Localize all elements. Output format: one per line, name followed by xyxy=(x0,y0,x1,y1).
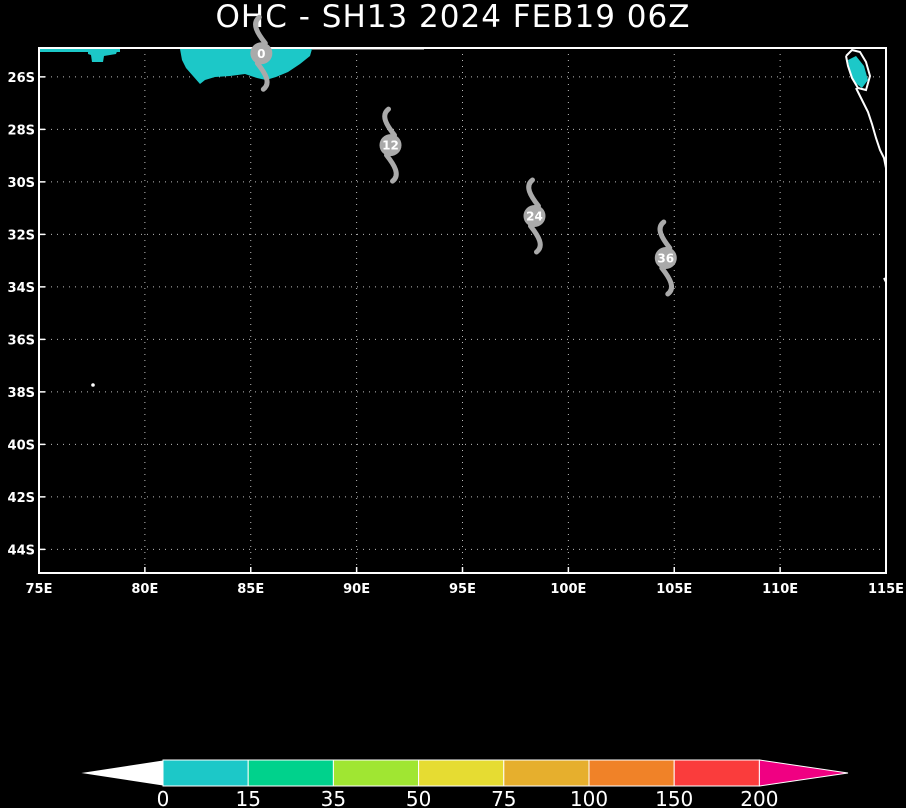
lon-label: 115E xyxy=(868,582,904,597)
colorbar-max-end xyxy=(758,759,849,787)
colorbar-label: 0 xyxy=(157,787,170,808)
lon-tick-labels: 75E 80E 85E 90E 95E 100E 105E 110E 115E xyxy=(26,582,905,597)
colorbar-segment xyxy=(588,759,675,787)
lat-label: 38S xyxy=(8,386,35,401)
lon-label: 75E xyxy=(26,582,53,597)
colorbar: 0 15 35 50 75 100 150 200 xyxy=(77,759,849,808)
lat-label: 32S xyxy=(8,228,35,243)
ohc-shallow-fill xyxy=(39,49,868,88)
ohc-patch xyxy=(88,49,118,62)
colorbar-segment xyxy=(673,759,760,787)
cyclone-arm xyxy=(657,219,673,251)
colorbar-segment xyxy=(332,759,420,787)
colorbar-label: 75 xyxy=(491,787,516,808)
coastline-outline xyxy=(855,87,887,169)
forecast-hour-label: 12 xyxy=(382,139,399,153)
lat-label: 36S xyxy=(8,333,35,348)
grid-lines xyxy=(38,48,887,573)
cyclone-arm xyxy=(527,223,543,255)
colorbar-segment xyxy=(503,759,590,787)
lon-label: 100E xyxy=(550,582,586,597)
cyclone-arm xyxy=(526,177,541,209)
lon-label: 110E xyxy=(762,582,798,597)
lon-label: 95E xyxy=(449,582,476,597)
coastline xyxy=(91,48,887,387)
colorbar-label: 100 xyxy=(570,787,608,808)
forecast-hour-label: 24 xyxy=(526,210,543,224)
lat-label: 28S xyxy=(8,123,35,138)
lon-label: 90E xyxy=(343,582,370,597)
map-panel: 26S 28S 30S 32S 34S 36S 38S 40S 42S 44S 75E 80E 85E… xyxy=(8,14,905,808)
lon-label: 80E xyxy=(131,582,158,597)
lat-label: 42S xyxy=(8,491,35,506)
colorbar-label: 35 xyxy=(321,787,346,808)
island-dot xyxy=(91,383,95,387)
forecast-hour-label: 36 xyxy=(657,252,674,266)
lat-label: 30S xyxy=(8,176,35,191)
colorbar-segment xyxy=(418,759,505,787)
lat-label: 40S xyxy=(8,438,35,453)
colorbar-segment xyxy=(247,759,334,787)
storm-track: 0 12 24 36 xyxy=(250,14,677,297)
cyclone-arm xyxy=(382,106,398,138)
tropical-cyclone-icon: 24 xyxy=(523,177,546,255)
colorbar-label: 200 xyxy=(740,787,778,808)
ohc-patch xyxy=(180,49,312,84)
colorbar-label: 150 xyxy=(655,787,693,808)
colorbar-label: 15 xyxy=(235,787,260,808)
lon-label: 85E xyxy=(237,582,264,597)
cyclone-arm xyxy=(384,152,399,184)
lat-label: 44S xyxy=(8,543,35,558)
forecast-hour-label: 0 xyxy=(257,47,265,61)
colorbar-label: 50 xyxy=(406,787,431,808)
lat-tick-labels: 26S 28S 30S 32S 34S 36S 38S 40S 42S 44S xyxy=(8,71,35,559)
lat-label: 26S xyxy=(8,71,35,86)
cyclone-arm xyxy=(253,14,268,46)
tropical-cyclone-icon: 36 xyxy=(654,219,677,297)
tropical-cyclone-icon: 12 xyxy=(379,106,402,184)
colorbar-min-end xyxy=(77,759,164,787)
colorbar-segment xyxy=(162,759,249,787)
cyclone-arm xyxy=(659,265,675,297)
lon-label: 105E xyxy=(656,582,692,597)
lat-label: 34S xyxy=(8,281,35,296)
